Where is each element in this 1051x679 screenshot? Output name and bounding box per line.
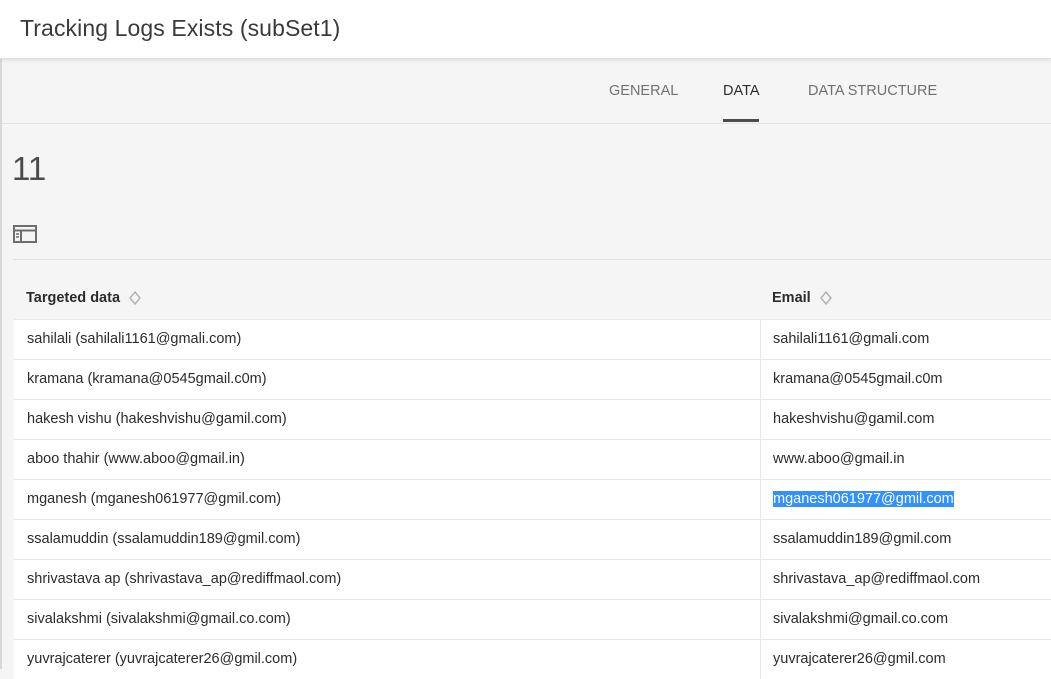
email-cell[interactable]: yuvrajcaterer26@gmil.com (773, 651, 946, 667)
targeted-data-cell[interactable]: hakesh vishu (hakeshvishu@gamil.com) (27, 411, 287, 427)
sidebar-toggle-icon[interactable] (13, 224, 37, 244)
page-title: Tracking Logs Exists (subSet1) (20, 15, 341, 41)
email-cell[interactable]: shrivastava_ap@rediffmaol.com (773, 571, 980, 587)
table-row[interactable]: aboo thahir (www.aboo@gmail.in) www.aboo… (14, 439, 1051, 479)
column-divider (760, 480, 761, 519)
column-divider (760, 360, 761, 399)
section-divider (13, 259, 1051, 260)
tab-general[interactable]: GENERAL (609, 83, 678, 99)
table-row[interactable]: ssalamuddin (ssalamuddin189@gmil.com) ss… (14, 519, 1051, 559)
data-table: Targeted data Email sahilali (sahilali11… (14, 279, 1051, 679)
email-cell[interactable]: sahilali1161@gmali.com (773, 331, 929, 347)
column-header-label: Email (772, 290, 811, 306)
targeted-data-cell[interactable]: shrivastava ap (shrivastava_ap@rediffmao… (27, 571, 341, 587)
column-header-label: Targeted data (26, 290, 121, 306)
targeted-data-cell[interactable]: kramana (kramana@0545gmail.c0m) (27, 371, 267, 387)
column-divider (760, 440, 761, 479)
tab-bar: GENERAL DATA DATA STRUCTURE (2, 59, 1051, 124)
table-row[interactable]: kramana (kramana@0545gmail.c0m) kramana@… (14, 359, 1051, 399)
column-divider (760, 520, 761, 559)
column-divider (760, 400, 761, 439)
left-edge-border (0, 58, 2, 669)
table-row[interactable]: shrivastava ap (shrivastava_ap@rediffmao… (14, 559, 1051, 599)
table-row[interactable]: hakesh vishu (hakeshvishu@gamil.com) hak… (14, 399, 1051, 439)
email-cell[interactable]: hakeshvishu@gamil.com (773, 411, 934, 427)
table-header: Targeted data Email (14, 279, 1051, 319)
record-count: 11 (12, 150, 47, 187)
email-cell[interactable]: ssalamuddin189@gmil.com (773, 531, 951, 547)
column-divider (760, 560, 761, 599)
targeted-data-cell[interactable]: sahilali (sahilali1161@gmali.com) (27, 331, 241, 347)
tab-data-structure[interactable]: DATA STRUCTURE (808, 83, 937, 99)
table-row[interactable]: sivalakshmi (sivalakshmi@gmail.co.com) s… (14, 599, 1051, 639)
targeted-data-cell[interactable]: ssalamuddin (ssalamuddin189@gmil.com) (27, 531, 300, 547)
column-divider (760, 320, 761, 359)
targeted-data-cell[interactable]: aboo thahir (www.aboo@gmail.in) (27, 451, 245, 467)
column-header-targeted-data[interactable]: Targeted data (26, 290, 142, 306)
column-divider (760, 600, 761, 639)
email-cell[interactable]: sivalakshmi@gmail.co.com (773, 611, 948, 627)
table-row[interactable]: sahilali (sahilali1161@gmali.com) sahila… (14, 319, 1051, 359)
email-cell[interactable]: www.aboo@gmail.in (773, 451, 905, 467)
tab-data[interactable]: DATA (723, 83, 760, 99)
email-cell[interactable]: kramana@0545gmail.c0m (773, 371, 942, 387)
active-tab-indicator (723, 119, 759, 122)
table-row[interactable]: yuvrajcaterer (yuvrajcaterer26@gmil.com)… (14, 639, 1051, 679)
sort-diamond-icon[interactable] (819, 291, 833, 305)
column-header-email[interactable]: Email (772, 290, 833, 306)
targeted-data-cell[interactable]: yuvrajcaterer (yuvrajcaterer26@gmil.com) (27, 651, 297, 667)
sort-diamond-icon[interactable] (128, 291, 142, 305)
table-row[interactable]: mganesh (mganesh061977@gmil.com) mganesh… (14, 479, 1051, 519)
email-cell-selected[interactable]: mganesh061977@gmil.com (773, 491, 954, 507)
window-header: Tracking Logs Exists (subSet1) (0, 0, 1051, 59)
targeted-data-cell[interactable]: sivalakshmi (sivalakshmi@gmail.co.com) (27, 611, 291, 627)
targeted-data-cell[interactable]: mganesh (mganesh061977@gmil.com) (27, 491, 281, 507)
column-divider (760, 640, 761, 679)
